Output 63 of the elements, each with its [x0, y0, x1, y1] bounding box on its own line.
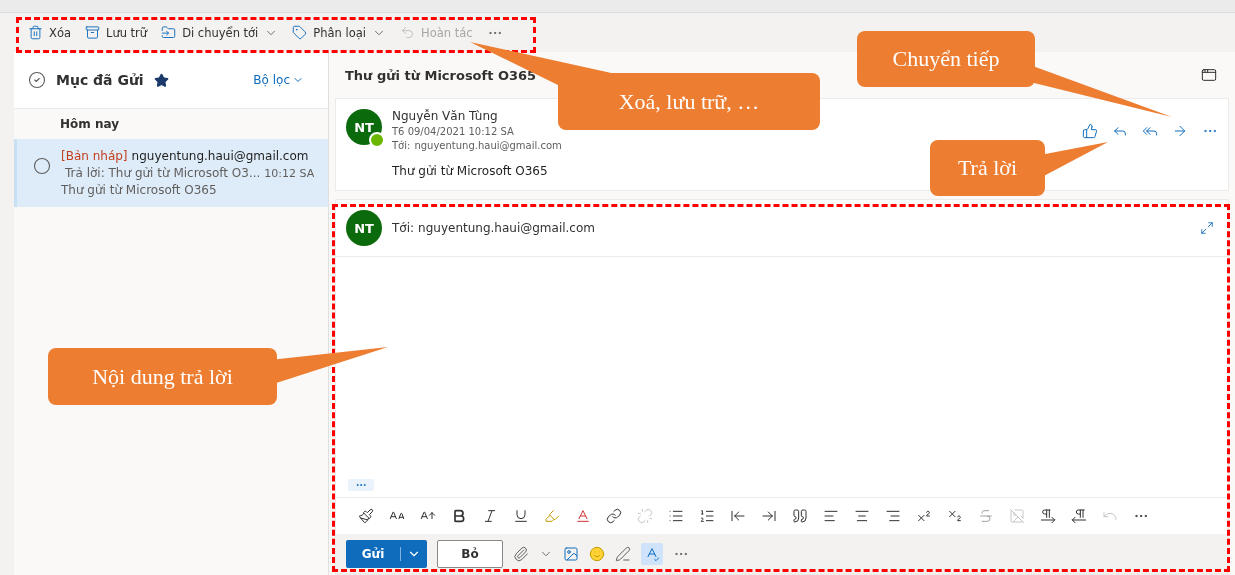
- rtl-icon[interactable]: [1071, 508, 1087, 524]
- attach-icon[interactable]: [513, 546, 529, 562]
- subscript-icon[interactable]: [947, 508, 963, 524]
- sender-name: Nguyễn Văn Tùng: [392, 109, 499, 123]
- message-sender: nguyentung.haui@gmail.com: [131, 149, 309, 163]
- underline-icon[interactable]: [513, 508, 529, 524]
- indent-icon[interactable]: [761, 508, 777, 524]
- avatar: NT: [346, 109, 382, 145]
- numbered-list-icon[interactable]: [699, 508, 715, 524]
- send-button[interactable]: Gửi: [346, 540, 427, 568]
- italic-icon[interactable]: [482, 508, 498, 524]
- bullet-list-icon[interactable]: [668, 508, 684, 524]
- image-icon[interactable]: [563, 546, 579, 562]
- recipient: nguyentung.haui@gmail.com: [418, 221, 595, 235]
- group-header: Hôm nay: [60, 117, 120, 131]
- discard-button[interactable]: Bỏ: [437, 540, 503, 568]
- recipient: nguyentung.haui@gmail.com: [414, 140, 562, 151]
- avatar: NT: [346, 210, 382, 246]
- callout-label: Chuyển tiếp: [857, 31, 1035, 87]
- ltr-icon[interactable]: [1040, 508, 1056, 524]
- quote-icon[interactable]: [792, 508, 808, 524]
- to-label: Tới:: [392, 140, 411, 151]
- filter-button[interactable]: Bộ lọc: [247, 72, 310, 88]
- draft-tag: [Bản nháp]: [61, 149, 128, 163]
- superscript-icon[interactable]: [916, 508, 932, 524]
- toolbar-icon: [292, 25, 308, 40]
- to-label: Tới:: [392, 221, 415, 235]
- spellcheck-icon: [644, 546, 660, 562]
- folder-title: Mục đã Gửi: [56, 72, 144, 88]
- toolbar-button[interactable]: Di chuyển tới: [161, 25, 279, 40]
- message-item[interactable]: [Bản nháp] nguyentung.haui@gmail.com Trả lời: Thư gửi từ Microsoft O3... 10:12 SA Thư gửi từ Microsoft O365: [14, 139, 328, 207]
- toolbar-icon: [84, 25, 100, 40]
- star-icon[interactable]: [153, 72, 169, 88]
- outdent-icon[interactable]: [730, 508, 746, 524]
- presence-icon: [369, 132, 385, 148]
- message-subject: Trả lời: Thư gửi từ Microsoft O3...: [65, 166, 261, 180]
- link-icon[interactable]: [606, 508, 622, 524]
- toolbar-button[interactable]: Lưu trữ: [84, 25, 148, 40]
- expand-icon[interactable]: [1200, 221, 1214, 235]
- message-preview: Thư gửi từ Microsoft O365: [61, 183, 217, 197]
- font-color-icon[interactable]: [575, 508, 591, 524]
- select-circle-icon[interactable]: [33, 157, 51, 175]
- toolbar-icon: [400, 25, 415, 40]
- toolbar-button[interactable]: Phân loại: [292, 25, 386, 40]
- bold-icon[interactable]: [451, 508, 467, 524]
- window-icon[interactable]: [1201, 67, 1217, 83]
- toolbar-icon: [28, 25, 43, 40]
- editor-toggle[interactable]: [641, 543, 663, 565]
- align-center-icon[interactable]: [854, 508, 870, 524]
- forward-icon[interactable]: [1172, 123, 1188, 139]
- brush-icon[interactable]: [358, 508, 374, 524]
- like-icon[interactable]: [1082, 123, 1098, 139]
- select-all-icon[interactable]: [28, 71, 46, 89]
- reply-editor[interactable]: NT Tới: nguyentung.haui@gmail.com Gửi Bỏ: [335, 199, 1229, 575]
- signature-icon[interactable]: [615, 546, 631, 562]
- align-left-icon[interactable]: [823, 508, 839, 524]
- align-right-icon[interactable]: [885, 508, 901, 524]
- toolbar-icon: [161, 25, 177, 40]
- message-time: 10:12 SA: [264, 166, 315, 180]
- message-subject-title: Thư gửi từ Microsoft O365: [345, 67, 537, 83]
- message-body: Thư gửi từ Microsoft O365: [392, 164, 548, 178]
- message-date: T6 09/04/2021 10:12 SA: [392, 126, 515, 137]
- toolbar-button[interactable]: Xóa: [28, 25, 71, 40]
